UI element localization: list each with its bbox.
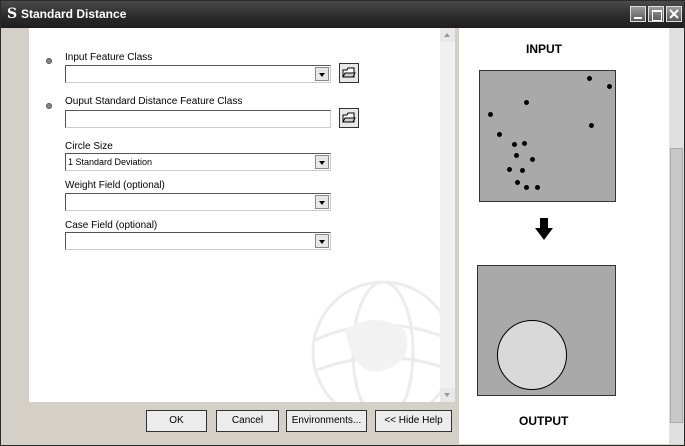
- output-feature-class-field[interactable]: [65, 110, 331, 128]
- browse-input-button[interactable]: [339, 63, 359, 83]
- input-points-diagram: [479, 70, 616, 202]
- input-point: [524, 100, 529, 105]
- scroll-up-icon[interactable]: [440, 28, 455, 42]
- open-folder-icon: [342, 67, 356, 78]
- arrow-down-icon: [535, 218, 553, 240]
- circle-size-select[interactable]: 1 Standard Deviation: [65, 153, 331, 171]
- close-icon: [669, 9, 679, 19]
- chevron-down-icon[interactable]: [315, 195, 329, 209]
- output-heading: OUTPUT: [519, 414, 569, 428]
- maximize-icon: [652, 10, 662, 21]
- weight-field-label: Weight Field (optional): [65, 180, 165, 191]
- case-field-label: Case Field (optional): [65, 220, 158, 231]
- hide-help-button[interactable]: << Hide Help: [375, 410, 452, 432]
- input-point: [535, 185, 540, 190]
- input-feature-class-field[interactable]: [65, 65, 331, 83]
- window-title: Standard Distance: [21, 7, 127, 21]
- open-folder-icon: [342, 112, 356, 123]
- ok-button[interactable]: OK: [146, 410, 207, 432]
- standard-distance-dialog: S Standard Distance Input Feature Class: [0, 0, 685, 446]
- input-point: [530, 157, 535, 162]
- minimize-icon: [634, 17, 642, 19]
- input-point: [524, 185, 529, 190]
- browse-output-button[interactable]: [339, 108, 359, 128]
- help-pane: INPUT OUTPUT: [459, 28, 669, 444]
- parameters-pane: Input Feature Class Ouput Standard Dista…: [29, 28, 455, 402]
- input-point: [515, 180, 520, 185]
- title-bar[interactable]: S Standard Distance: [1, 1, 684, 28]
- input-feature-class-label: Input Feature Class: [65, 52, 153, 63]
- input-point: [497, 132, 502, 137]
- case-field-select[interactable]: [65, 232, 331, 250]
- input-point: [512, 142, 517, 147]
- scroll-down-icon[interactable]: [440, 388, 455, 402]
- output-circle-diagram: [477, 265, 616, 396]
- circle-size-label: Circle Size: [65, 141, 113, 152]
- chevron-down-icon[interactable]: [315, 155, 329, 169]
- input-point: [587, 76, 592, 81]
- circle-size-value: 1 Standard Deviation: [68, 157, 153, 167]
- input-point: [522, 141, 527, 146]
- input-point: [488, 112, 493, 117]
- output-feature-class-label: Ouput Standard Distance Feature Class: [65, 96, 243, 107]
- input-heading: INPUT: [526, 42, 562, 56]
- environments-button[interactable]: Environments...: [286, 410, 367, 432]
- chevron-down-icon[interactable]: [315, 67, 329, 81]
- chevron-down-icon[interactable]: [315, 234, 329, 248]
- help-scrollbar[interactable]: [669, 28, 684, 444]
- input-point: [589, 123, 594, 128]
- weight-field-select[interactable]: [65, 193, 331, 211]
- required-indicator-icon: [46, 58, 52, 64]
- required-indicator-icon: [46, 103, 52, 109]
- help-scroll-thumb[interactable]: [670, 148, 683, 423]
- input-point: [514, 153, 519, 158]
- maximize-button[interactable]: [648, 6, 664, 22]
- standard-distance-circle: [497, 320, 567, 390]
- input-point: [520, 168, 525, 173]
- close-button[interactable]: [666, 6, 682, 22]
- input-point: [507, 167, 512, 172]
- input-point: [607, 84, 612, 89]
- globe-watermark-icon: [311, 280, 455, 402]
- parameters-scrollbar[interactable]: [440, 28, 455, 402]
- minimize-button[interactable]: [630, 6, 646, 22]
- arctoolbox-s-icon: S: [7, 6, 18, 22]
- cancel-button[interactable]: Cancel: [216, 410, 279, 432]
